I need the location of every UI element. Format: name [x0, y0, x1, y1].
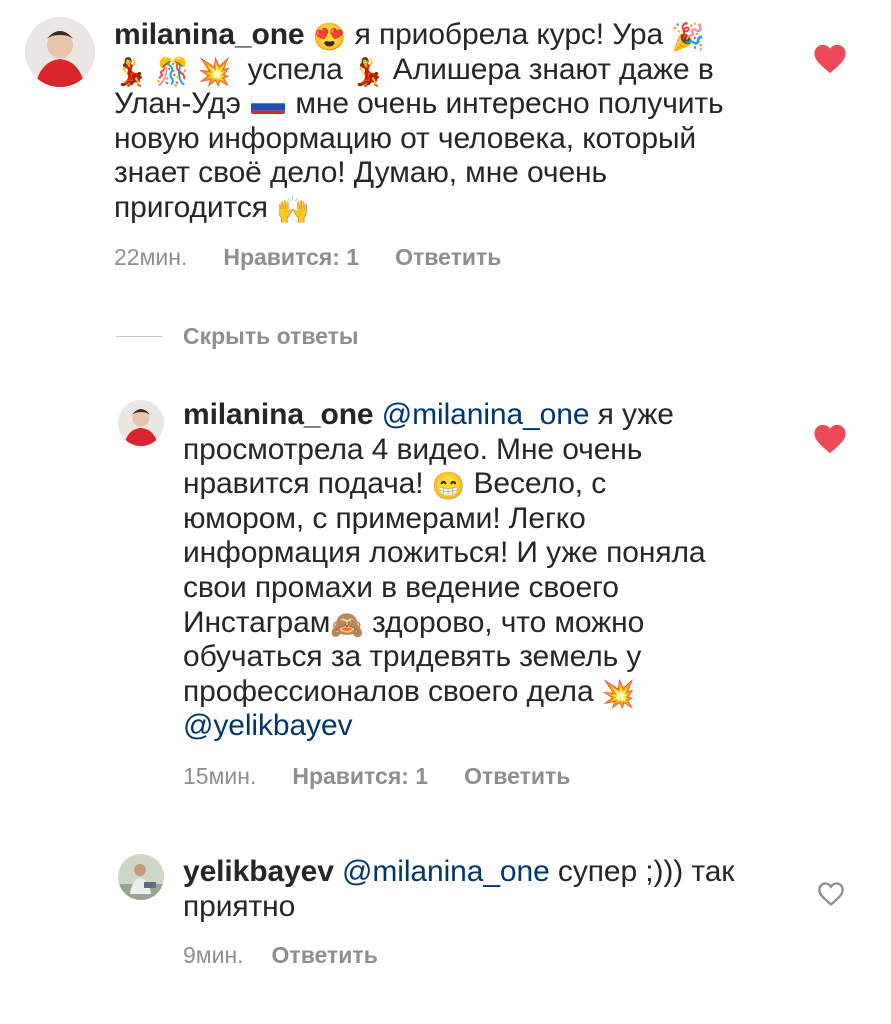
reply-text: профессионалов своего дела [183, 674, 594, 708]
heart-filled-icon[interactable] [813, 423, 847, 455]
reply-text: информация ложиться! И уже поняла [183, 536, 706, 570]
likes-count[interactable]: Нравится: 1 [223, 244, 359, 271]
comment-meta: 22мин. Нравится: 1 Ответить [114, 244, 501, 271]
reply-time: 9мин. [183, 942, 244, 968]
hide-replies-label: Скрыть ответы [183, 323, 359, 349]
comment-time: 22мин. [114, 244, 188, 270]
party-emoji: 🎉 [671, 22, 705, 52]
comment-body: milanina_one 😍 я приобрела курс! Ура 🎉 💃… [114, 18, 834, 226]
reply-text: Весело, с [473, 467, 607, 501]
likes-count[interactable]: Нравится: 1 [292, 763, 428, 790]
reply-text: нравится подача! [183, 467, 424, 501]
reply-text: я уже [597, 398, 674, 431]
reply-body: milanina_one @milanina_one я уже просмот… [183, 398, 803, 744]
avatar-milanina-one[interactable] [118, 400, 164, 446]
reply-button[interactable]: Ответить [464, 763, 570, 790]
reply-meta: 15мин. Нравится: 1 Ответить [183, 763, 570, 790]
reply-username[interactable]: yelikbayev [183, 855, 334, 888]
comment-text: Улан-Удэ [114, 87, 241, 121]
confetti-emoji: 🎊 [155, 56, 190, 87]
raised-hands-emoji: 🙌 [276, 194, 310, 225]
see-no-evil-monkey-emoji: 🙈 [330, 609, 364, 640]
mention-link[interactable]: @milanina_one [382, 398, 590, 431]
avatar-milanina-one[interactable] [25, 17, 95, 87]
hide-replies-button[interactable]: Скрыть ответы [183, 323, 359, 350]
reply-text: обучаться за тридевять земель у [183, 640, 642, 674]
reply-button[interactable]: Ответить [272, 942, 378, 969]
mention-link[interactable]: @milanina_one [342, 855, 550, 888]
reply-body: yelikbayev @milanina_one супер ;))) так … [183, 855, 803, 924]
dancer-emoji: 💃 [351, 56, 385, 87]
comment-text: новую информацию от человека, который [114, 121, 697, 155]
reply-text: приятно [183, 889, 296, 923]
heart-eyes-emoji: 😍 [312, 22, 347, 52]
collision-emoji: 💥 [601, 678, 636, 709]
reply-text: супер ;))) так [557, 855, 735, 888]
avatar-yelikbayev[interactable] [118, 854, 164, 900]
hide-replies-divider [116, 336, 162, 337]
reply-text: юмором, с примерами! Легко [183, 501, 586, 535]
collision-emoji: 💥 [197, 56, 232, 87]
reply-text: здорово, что можно [372, 605, 645, 639]
dancer-emoji: 💃 [114, 56, 148, 87]
comment-username[interactable]: milanina_one [114, 18, 305, 51]
comment-text: пригодится [114, 190, 268, 224]
reply-username[interactable]: milanina_one [183, 398, 374, 431]
reply-meta: 9мин. Ответить [183, 942, 378, 969]
grin-emoji: 😁 [431, 471, 466, 502]
comment-text: я приобрела курс! Ура [354, 18, 664, 51]
reply-text: Инстаграм [183, 605, 331, 639]
mention-link[interactable]: @yelikbayev [183, 709, 803, 744]
reply-time: 15мин. [183, 763, 257, 789]
russia-flag-icon [251, 92, 286, 115]
comment-text: знает своё дело! Думаю, мне очень [114, 156, 608, 190]
comment-text: мне очень интересно получить [295, 87, 724, 121]
comment-text: успела [247, 52, 343, 86]
reply-text: свои промахи в ведение своего [183, 570, 619, 604]
reply-text: просмотрела 4 видео. Мне очень [183, 432, 643, 466]
reply-button[interactable]: Ответить [395, 244, 501, 271]
heart-outline-icon[interactable] [817, 881, 845, 907]
comment-text: Алишера знают даже в [392, 52, 714, 86]
heart-filled-icon[interactable] [813, 43, 847, 75]
